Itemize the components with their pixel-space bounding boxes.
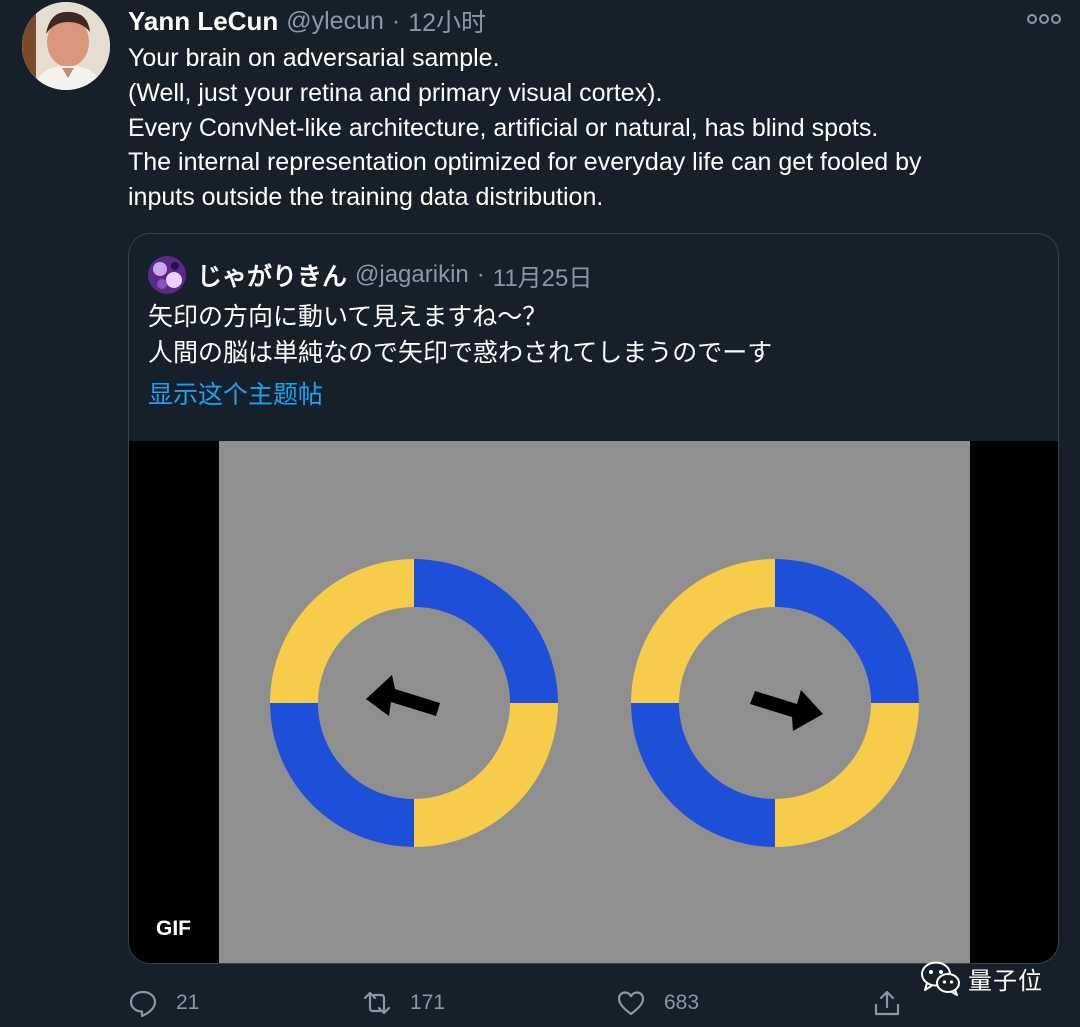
retweet-count: 171 [410,991,446,1014]
heart-icon [617,991,645,1016]
tweet-text-line: The internal representation optimized fo… [128,148,922,177]
quoted-author-name[interactable]: じゃがりきん [197,257,347,293]
more-horizontal-icon [1027,14,1061,24]
tweet-text-line: inputs outside the training data distrib… [128,183,604,212]
reply-icon [129,990,157,1018]
quoted-author-avatar[interactable] [148,256,186,294]
quoted-text-line: 人間の脳は単純なので矢印で惑わされてしまうのでーす [148,339,773,367]
reply-count: 21 [176,991,200,1014]
share-icon [874,990,900,1016]
tweet-timestamp[interactable]: 12小时 [408,3,486,39]
tweet-text: Your brain on adversarial sample. (Well,… [128,41,1058,215]
watermark-text: 量子位 [968,967,1043,995]
wechat-icon [921,961,960,996]
like-button[interactable]: 683 [616,985,699,1021]
author-handle[interactable]: @ylecun [286,7,384,36]
gif-badge: GIF [156,917,191,940]
tweet-actions: 21 171 683 [128,985,1058,1021]
more-options-button[interactable] [1026,8,1062,30]
tweet-header: Yann LeCun @ylecun · 12小时 [128,4,486,38]
tweet-text-line: (Well, just your retina and primary visu… [128,78,663,107]
quoted-tweet-card[interactable]: じゃがりきん @jagarikin · 11月25日 矢印の方向に動いて見えます… [128,233,1059,964]
author-name[interactable]: Yann LeCun [128,6,278,37]
tweet-text-line: Every ConvNet-like architecture, artific… [128,113,879,142]
quoted-tweet-header: じゃがりきん @jagarikin · 11月25日 [197,257,592,293]
quoted-tweet-timestamp[interactable]: 11月25日 [493,258,593,293]
header-separator: · [391,6,401,35]
retweet-icon [363,991,391,1015]
retweet-button[interactable]: 171 [362,985,445,1021]
quoted-text-line: 矢印の方向に動いて見えますね～？ [148,303,548,331]
tweet-text-line: Your brain on adversarial sample. [128,44,500,72]
illusion-image [219,441,970,963]
gif-frame [219,441,970,963]
quoted-author-handle[interactable]: @jagarikin [355,261,469,289]
watermark: 量子位 [920,958,1043,998]
gif-media[interactable]: GIF [129,441,1058,963]
quoted-header-separator: · [476,261,485,288]
show-thread-link[interactable]: 显示这个主题帖 [148,377,323,413]
quoted-tweet-text: 矢印の方向に動いて見えますね～？ 人間の脳は単純なので矢印で惑わされてしまうので… [148,299,1048,371]
share-button[interactable] [872,985,902,1021]
right-ring [631,559,919,847]
reply-button[interactable]: 21 [128,985,199,1021]
like-count: 683 [664,991,700,1014]
author-avatar[interactable] [22,2,110,90]
left-ring [270,559,558,847]
